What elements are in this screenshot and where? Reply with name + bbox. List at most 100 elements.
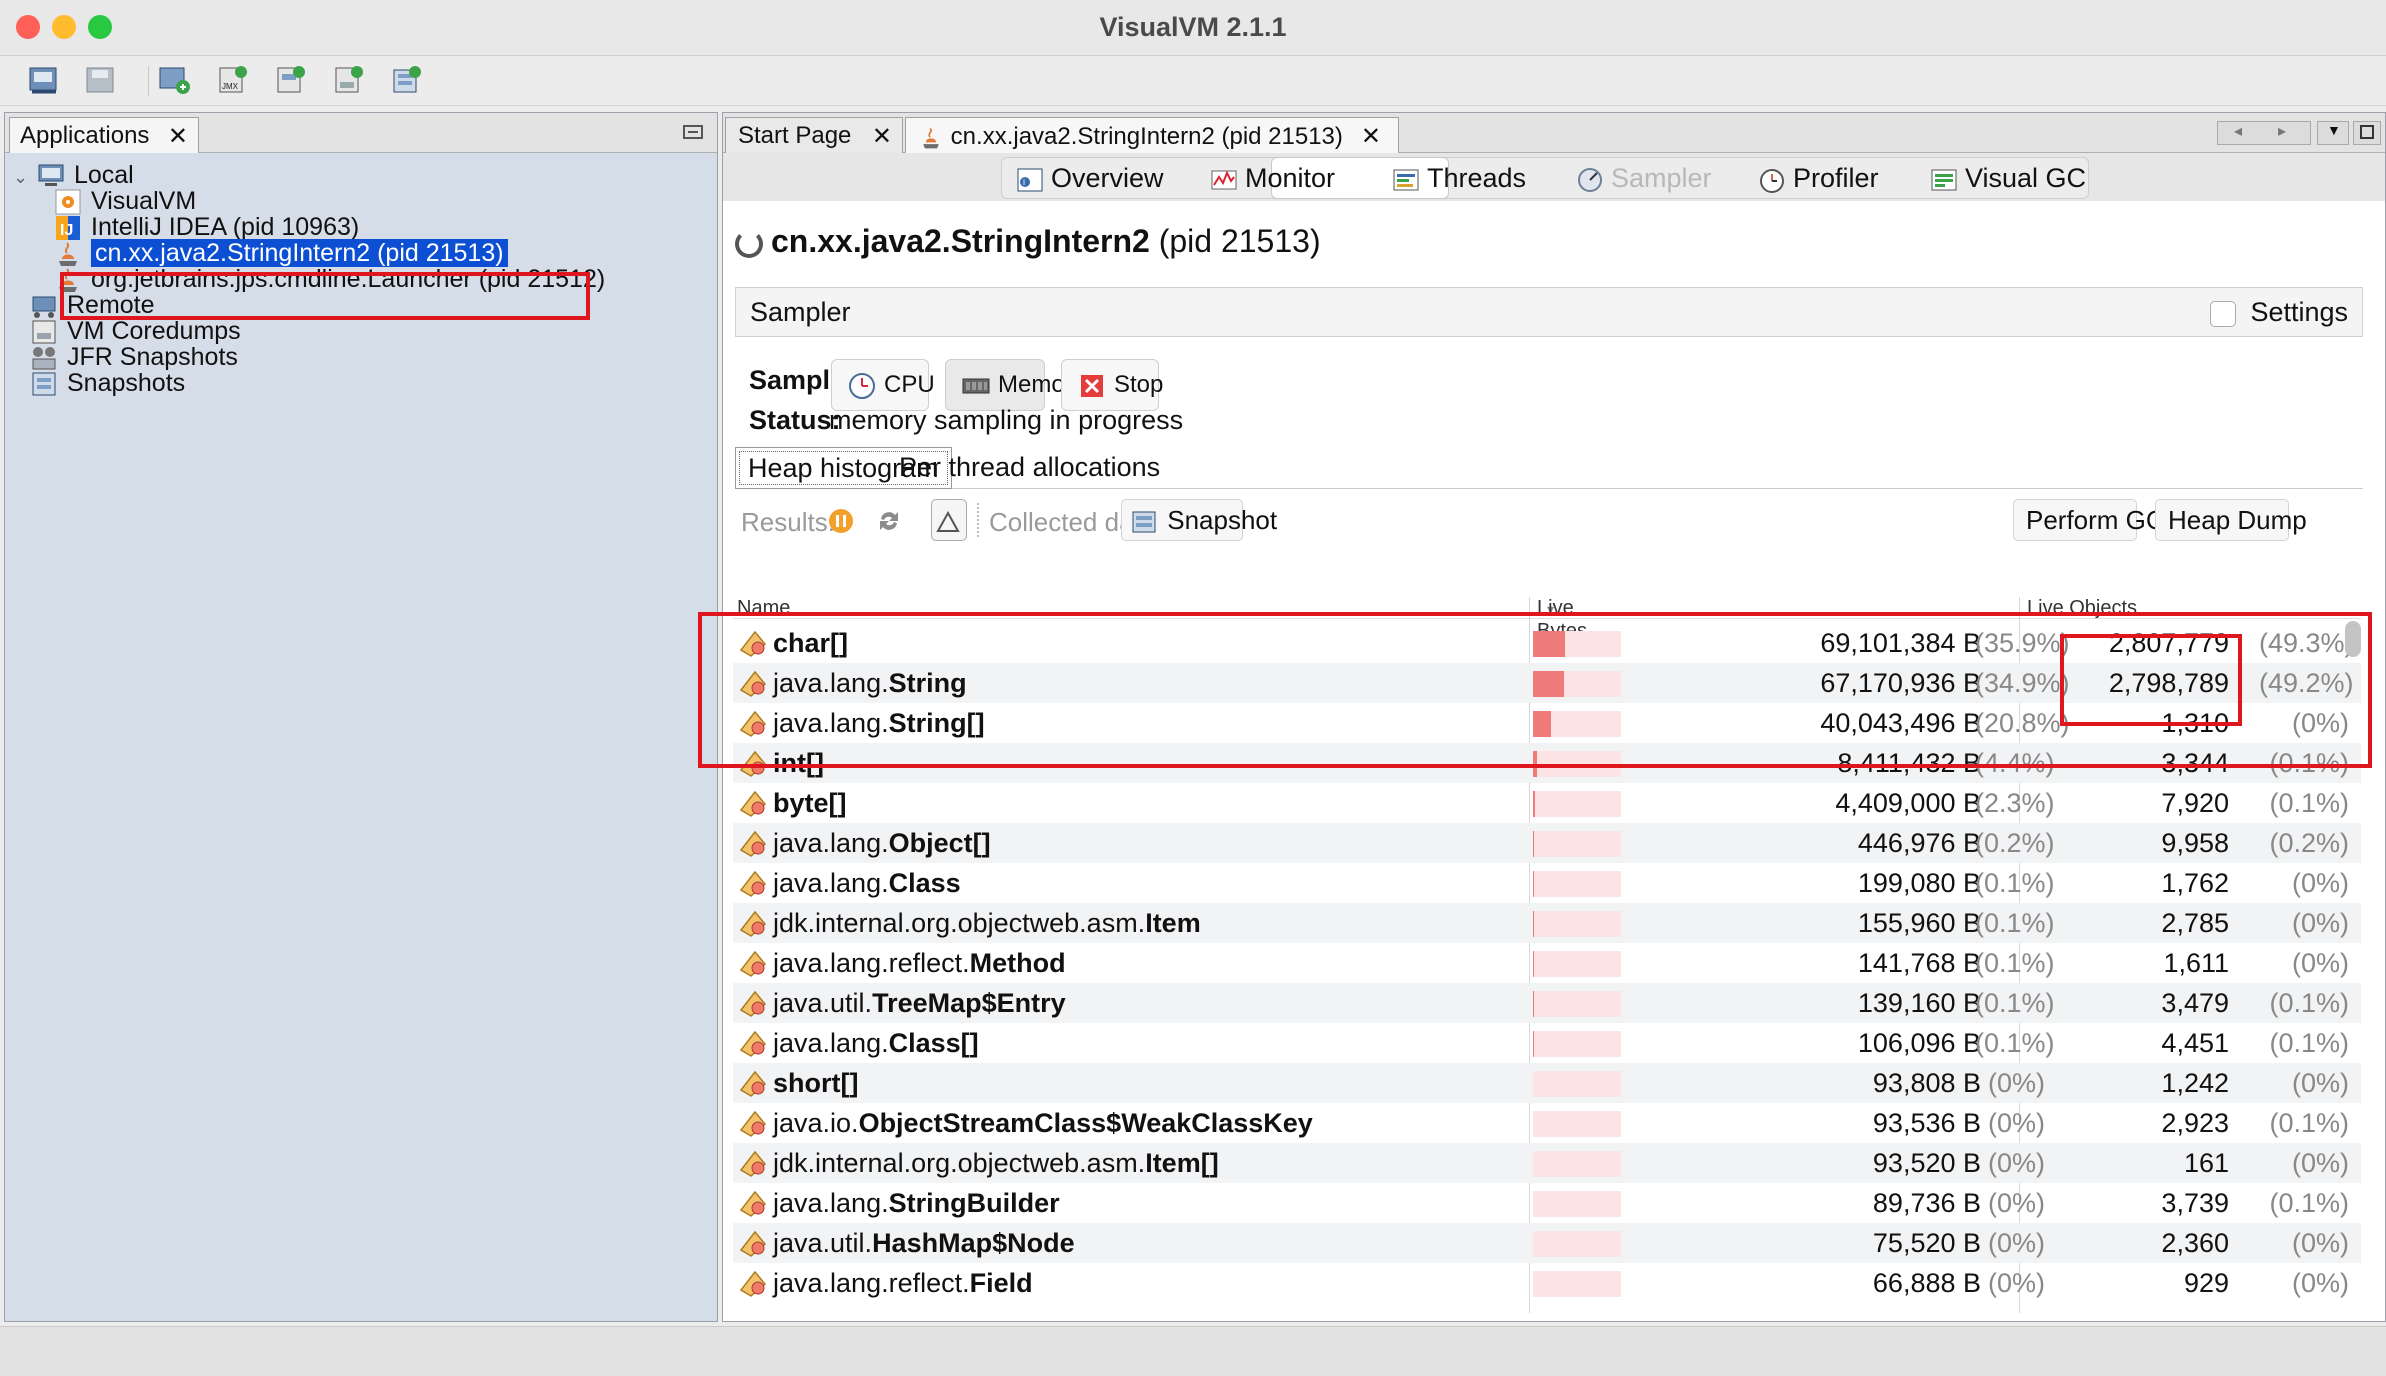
close-icon[interactable]: ✕: [1361, 123, 1381, 150]
live-objects-value: 161: [2183, 1148, 2229, 1178]
live-bytes-bar-bg: [1533, 791, 1621, 817]
applications-tab[interactable]: Applications ✕: [9, 117, 199, 153]
tab-list-dropdown[interactable]: ▼: [2317, 121, 2349, 145]
close-icon[interactable]: ✕: [168, 122, 188, 151]
snapshots-icon: [29, 369, 59, 399]
add-remote-host-icon[interactable]: [272, 62, 308, 98]
live-bytes-bar-bg: [1533, 1271, 1621, 1297]
settings-checkbox[interactable]: [2210, 300, 2237, 327]
live-bytes-bar-bg: [1533, 1111, 1621, 1137]
tab-visual-gc[interactable]: Visual GC: [1929, 159, 2086, 197]
table-row[interactable]: short[] 93,808 B (0%) 1,242 (0%): [733, 1063, 2361, 1103]
add-jmx-connection-icon[interactable]: [156, 62, 192, 98]
table-row[interactable]: java.lang.Class[] 106,096 B (0.1%) 4,451 (0.…: [733, 1023, 2361, 1063]
maximize-panel-icon[interactable]: [2353, 121, 2381, 145]
perform-gc-label: Perform GC: [2026, 505, 2165, 535]
toolbar-separator: [148, 66, 149, 96]
table-row[interactable]: java.util.HashMap$Node 75,520 B (0%) 2,360(…: [733, 1223, 2361, 1263]
tab-app[interactable]: cn.xx.java2.StringIntern2 (pid 21513) ✕: [905, 117, 1399, 153]
memory-chip-icon: [960, 370, 992, 402]
cpu-button[interactable]: CPU: [831, 359, 935, 411]
live-bytes-value: 4,409,000 B: [1835, 788, 1981, 818]
live-bytes-bar: [1533, 871, 1534, 897]
tab-per-thread-allocations[interactable]: Per thread allocations: [887, 447, 1172, 489]
class-package: java.util.: [773, 1228, 873, 1258]
live-bytes-percent: (0.1%): [1975, 1028, 2055, 1058]
tab-scroll-arrows[interactable]: ◂ ▸: [2217, 121, 2311, 145]
live-bytes-percent: (0.1%): [1975, 988, 2055, 1018]
table-row[interactable]: java.io.ObjectStreamClass$WeakClassKey 93…: [733, 1103, 2361, 1143]
class-icon: [737, 828, 769, 858]
class-simple-name: Object[]: [888, 828, 991, 858]
class-name: java.lang.reflect.Field: [773, 1263, 1033, 1303]
live-bytes-bar-bg: [1533, 831, 1621, 857]
tab-monitor-label: Monitor: [1245, 163, 1336, 193]
minimize-panel-icon[interactable]: [683, 125, 703, 139]
live-bytes-bar: [1533, 951, 1534, 977]
status-text: memory sampling in progress: [829, 405, 1184, 435]
live-bytes-percent: (0.1%): [1975, 948, 2055, 978]
tab-threads[interactable]: Threads: [1391, 159, 1526, 197]
live-bytes-bar-bg: [1533, 1071, 1621, 1097]
class-name: java.lang.Class: [773, 863, 961, 903]
live-objects-percent: (0.1%): [2269, 788, 2349, 818]
tab-overview[interactable]: i Overview: [1015, 159, 1164, 197]
pause-button[interactable]: [825, 499, 867, 541]
class-icon: [737, 1108, 769, 1138]
table-row[interactable]: java.lang.Object[] 446,976 B (0.2%) 9,958 (0…: [733, 823, 2361, 863]
tab-profiler[interactable]: Profiler: [1757, 159, 1879, 197]
live-bytes-bar: [1533, 1031, 1534, 1057]
stop-icon: [1076, 370, 1108, 402]
tab-sampler[interactable]: Sampler: [1575, 159, 1712, 197]
applications-tab-bar: Applications ✕: [5, 113, 717, 153]
overview-icon: i: [1015, 165, 1045, 195]
perform-gc-button[interactable]: Perform GC: [2013, 499, 2165, 541]
live-objects-value: 2,785: [2161, 908, 2229, 938]
table-row[interactable]: java.lang.reflect.Field 66,888 B (0%) 929 (0…: [733, 1263, 2361, 1303]
live-objects-value: 929: [2183, 1268, 2229, 1298]
window-title: VisualVM 2.1.1: [1099, 12, 1287, 42]
snapshot-icon: [1128, 506, 1160, 538]
load-application-snapshot-icon[interactable]: [26, 62, 62, 98]
add-jmx-file-icon[interactable]: JMX: [214, 62, 250, 98]
add-snapshot-icon[interactable]: [388, 62, 424, 98]
live-bytes-value: 155,960 B: [1857, 908, 1981, 938]
save-icon[interactable]: [82, 62, 118, 98]
table-row[interactable]: jdk.internal.org.objectweb.asm.Item 155,9…: [733, 903, 2361, 943]
table-row[interactable]: byte[] 4,409,000 B (2.3%) 7,920 (0.1%): [733, 783, 2361, 823]
live-objects-percent: (0%): [2291, 1068, 2349, 1098]
delta-button[interactable]: [931, 499, 967, 541]
chevron-down-icon: ▼: [2327, 122, 2341, 138]
tab-start-page[interactable]: Start Page ✕: [725, 117, 903, 153]
class-package: java.lang.reflect.: [773, 1268, 970, 1298]
tab-monitor[interactable]: Monitor: [1209, 159, 1335, 197]
class-simple-name: Item: [1145, 908, 1201, 938]
memory-button[interactable]: Memory: [945, 359, 1085, 411]
arrow-left-icon[interactable]: ◂: [2234, 121, 2242, 141]
class-simple-name: TreeMap$Entry: [872, 988, 1066, 1018]
snapshot-button[interactable]: Snapshot: [1121, 499, 1277, 541]
live-objects-percent: (0%): [2291, 1228, 2349, 1258]
heap-dump-button[interactable]: Heap Dump: [2155, 499, 2307, 541]
table-row[interactable]: jdk.internal.org.objectweb.asm.Item[] 93,…: [733, 1143, 2361, 1183]
table-row[interactable]: java.util.TreeMap$Entry 139,160 B (0.1%) 3,…: [733, 983, 2361, 1023]
class-simple-name: byte[]: [773, 788, 847, 818]
table-row[interactable]: java.lang.reflect.Method 141,768 B (0.1%) 1…: [733, 943, 2361, 983]
chevron-down-icon[interactable]: ⌄: [13, 159, 29, 195]
settings-toggle[interactable]: Settings: [2210, 288, 2348, 336]
live-bytes-percent: (0%): [1987, 1188, 2045, 1218]
refresh-button[interactable]: [873, 499, 917, 541]
stop-button-label: Stop: [1114, 371, 1164, 398]
table-row[interactable]: java.lang.StringBuilder 89,736 B (0%) 3,739…: [733, 1183, 2361, 1223]
visualvm-window: VisualVM 2.1.1 JMX Applications ✕ ⌄ Loca…: [0, 0, 2386, 1376]
arrow-right-icon[interactable]: ▸: [2278, 121, 2286, 141]
add-coredump-icon[interactable]: [330, 62, 366, 98]
class-icon: [737, 908, 769, 938]
sampler-header: Sampler Settings: [735, 287, 2363, 337]
tree-node-snapshots[interactable]: Snapshots: [29, 365, 185, 401]
cpu-button-label: CPU: [884, 371, 935, 398]
stop-button[interactable]: Stop: [1061, 359, 1163, 411]
live-objects-percent: (0%): [2291, 868, 2349, 898]
close-icon[interactable]: ✕: [872, 122, 892, 151]
table-row[interactable]: java.lang.Class 199,080 B (0.1%) 1,762 (0%): [733, 863, 2361, 903]
